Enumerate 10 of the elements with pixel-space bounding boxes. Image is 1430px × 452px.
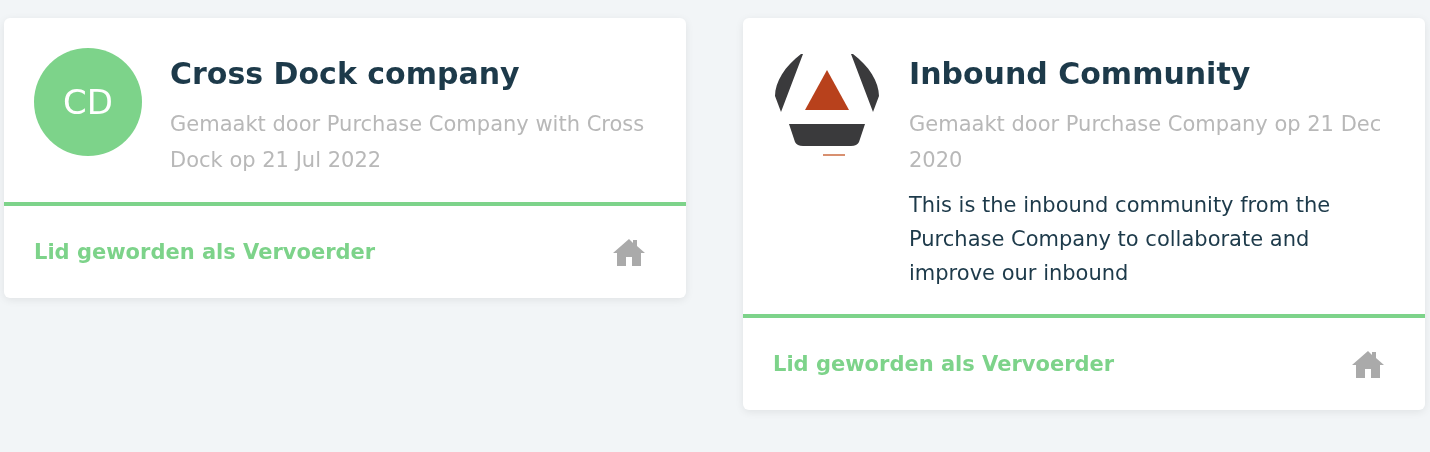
created-by-text: Gemaakt door Purchase Company with Cross Dock op 21 Jul 2022 bbox=[170, 111, 646, 174]
home-icon bbox=[612, 238, 646, 266]
community-title: Inbound Community bbox=[909, 55, 1252, 93]
initials-avatar: CD bbox=[34, 48, 142, 156]
community-title: Cross Dock company bbox=[170, 55, 521, 93]
membership-text: Lid geworden als Vervoerder bbox=[34, 240, 376, 264]
membership-text: Lid geworden als Vervoerder bbox=[773, 352, 1115, 376]
created-by-text: Gemaakt door Purchase Company op 21 Dec 2020 bbox=[909, 111, 1383, 174]
home-icon bbox=[1351, 350, 1385, 378]
community-description: This is the inbound community from the Purchase Company to collaborate and improve our inbound bbox=[909, 192, 1332, 287]
